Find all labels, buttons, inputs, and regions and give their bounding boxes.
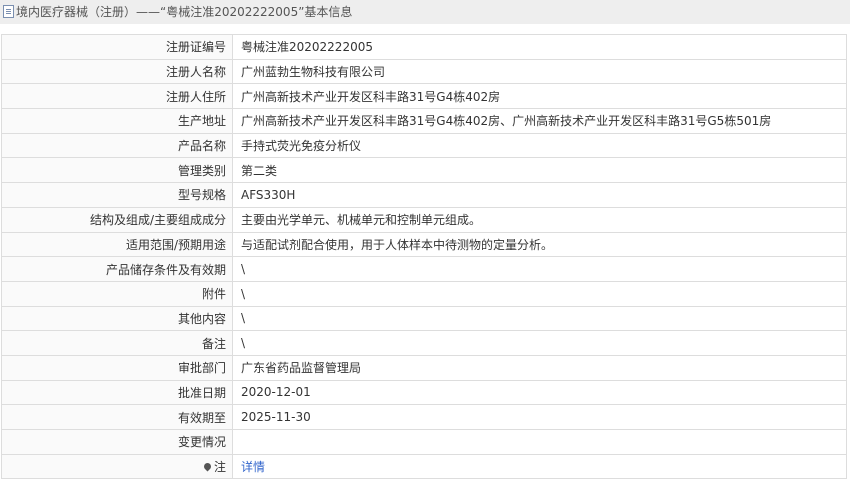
table-row: 附件 \ [1,280,847,307]
row-value: 广州高新技术产业开发区科丰路31号G4栋402房、广州高新技术产业开发区科丰路3… [232,108,847,134]
row-label: 适用范围/预期用途 [1,231,233,258]
row-label: 附件 [1,280,233,307]
row-value: \ [232,305,847,332]
note-value-cell: 详情 [232,453,847,479]
table-row: 有效期至 2025-11-30 [1,404,847,430]
row-value: 手持式荧光免疫分析仪 [232,132,847,159]
details-link[interactable]: 详情 [241,460,265,474]
row-label: 产品储存条件及有效期 [1,256,233,282]
row-value: 粤械注准20202222005 [232,34,847,60]
table-row: 产品名称 手持式荧光免疫分析仪 [1,132,847,159]
row-value: \ [232,330,847,356]
table-row: 适用范围/预期用途 与适配试剂配合使用，用于人体样本中待测物的定量分析。 [1,231,847,258]
row-label: 注册人名称 [1,58,233,85]
pin-icon [202,461,213,472]
note-row: 注 详情 [1,453,847,479]
table-row: 结构及组成/主要组成成分 主要由光学单元、机械单元和控制单元组成。 [1,206,847,233]
row-label: 型号规格 [1,182,233,208]
row-label: 生产地址 [1,108,233,134]
row-value: 2020-12-01 [232,379,847,406]
row-value: 第二类 [232,157,847,184]
row-value: 广州高新技术产业开发区科丰路31号G4栋402房 [232,83,847,110]
page-title: 境内医疗器械（注册）——“粤械注准20202222005”基本信息 [16,5,353,19]
row-value: \ [232,256,847,282]
table-row: 审批部门 广东省药品监督管理局 [1,354,847,381]
row-value: 广州蓝勃生物科技有限公司 [232,58,847,85]
row-value: 2025-11-30 [232,404,847,430]
info-table: 注册证编号 粤械注准20202222005 注册人名称 广州蓝勃生物科技有限公司… [1,34,847,479]
table-row: 变更情况 [1,429,847,455]
table-row: 注册证编号 粤械注准20202222005 [1,34,847,60]
table-row: 型号规格 AFS330H [1,182,847,208]
row-label: 审批部门 [1,354,233,381]
row-label: 其他内容 [1,305,233,332]
row-label: 结构及组成/主要组成成分 [1,206,233,233]
row-value: AFS330H [232,182,847,208]
note-label: 注 [213,460,226,475]
row-value: 广东省药品监督管理局 [232,354,847,381]
note-label-cell: 注 [1,453,233,479]
row-label: 备注 [1,330,233,356]
row-value: 与适配试剂配合使用，用于人体样本中待测物的定量分析。 [232,231,847,258]
row-label: 注册人住所 [1,83,233,110]
table-row: 管理类别 第二类 [1,157,847,184]
table-row: 其他内容 \ [1,305,847,332]
table-row: 注册人住所 广州高新技术产业开发区科丰路31号G4栋402房 [1,83,847,110]
table-row: 产品储存条件及有效期 \ [1,256,847,282]
table-row: 生产地址 广州高新技术产业开发区科丰路31号G4栋402房、广州高新技术产业开发… [1,108,847,134]
row-label: 批准日期 [1,379,233,406]
table-row: 批准日期 2020-12-01 [1,379,847,406]
row-value [232,429,847,455]
row-value: 主要由光学单元、机械单元和控制单元组成。 [232,206,847,233]
row-value: \ [232,280,847,307]
document-icon [3,5,14,18]
page-header: 境内医疗器械（注册）——“粤械注准20202222005”基本信息 [0,0,850,24]
row-label: 注册证编号 [1,34,233,60]
row-label: 管理类别 [1,157,233,184]
table-row: 注册人名称 广州蓝勃生物科技有限公司 [1,58,847,85]
row-label: 产品名称 [1,132,233,159]
table-row: 备注 \ [1,330,847,356]
row-label: 有效期至 [1,404,233,430]
row-label: 变更情况 [1,429,233,455]
